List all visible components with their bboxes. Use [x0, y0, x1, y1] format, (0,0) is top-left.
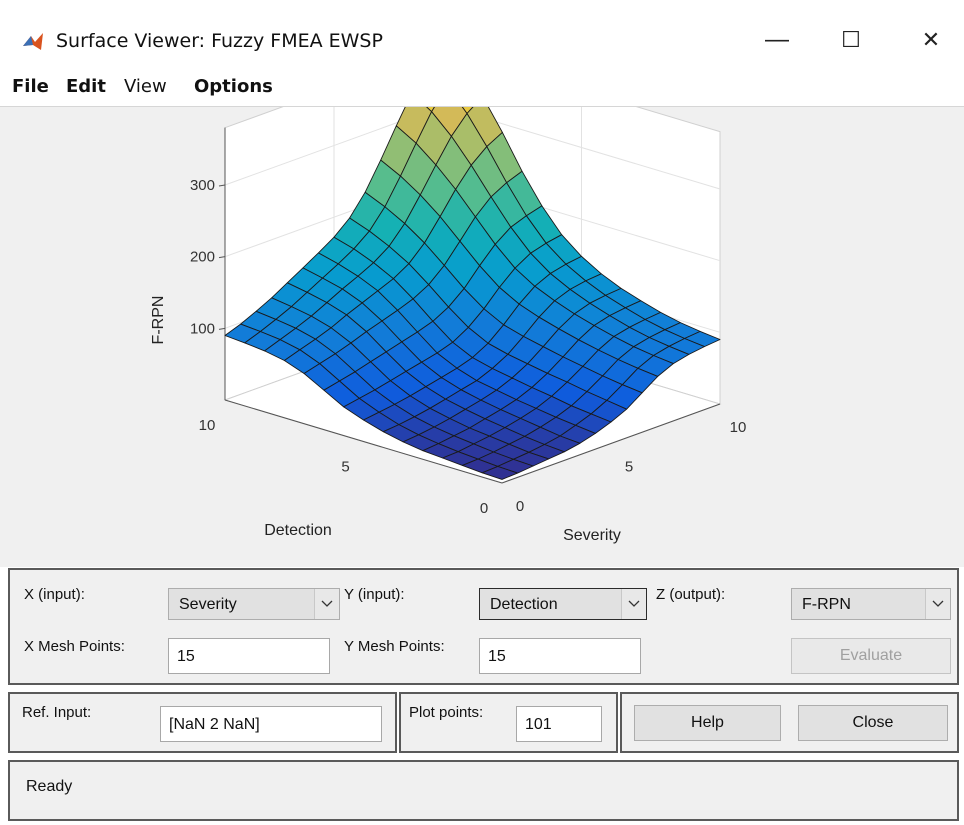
x-input-select[interactable]: Severity [168, 588, 340, 620]
plot-points-value: 101 [525, 716, 552, 733]
evaluate-button[interactable]: Evaluate [791, 638, 951, 674]
z-tick-mark [218, 327, 226, 330]
y-mesh-label: Y Mesh Points: [344, 638, 445, 655]
x-mesh-input[interactable]: 15 [168, 638, 330, 674]
menu-bar: File Edit View Options [0, 66, 964, 107]
surface-plot[interactable]: 10020030005100510SeverityDetectionF-RPN [0, 47, 964, 567]
y-mesh-input[interactable]: 15 [479, 638, 641, 674]
chevron-down-icon [925, 589, 950, 619]
z-tick-label: 200 [190, 249, 215, 266]
maximize-button[interactable]: ☐ [828, 22, 874, 58]
y-input-select[interactable]: Detection [479, 588, 647, 620]
window-title: Surface Viewer: Fuzzy FMEA EWSP [56, 30, 383, 52]
plot-points-panel: Plot points: 101 [399, 692, 618, 753]
menu-options[interactable]: Options [194, 76, 273, 97]
close-window-button[interactable]: ✕ [908, 22, 954, 58]
chevron-down-icon [314, 589, 339, 619]
ref-input-field[interactable]: [NaN 2 NaN] [160, 706, 382, 742]
z-tick-label: 100 [190, 320, 215, 337]
z-tick-mark [218, 256, 226, 259]
x-input-value: Severity [179, 596, 237, 613]
ref-input-value: [NaN 2 NaN] [169, 716, 260, 733]
minimize-button[interactable]: — [754, 22, 800, 58]
z-tick-mark [218, 184, 226, 187]
z-axis-title: F-RPN [150, 296, 167, 345]
y-tick-label: 5 [341, 459, 349, 476]
x-tick-label: 10 [730, 419, 747, 436]
y-tick-label: 10 [199, 417, 216, 434]
x-input-label: X (input): [24, 586, 85, 603]
z-output-select[interactable]: F-RPN [791, 588, 951, 620]
z-tick-label: 300 [190, 177, 215, 194]
menu-edit[interactable]: Edit [66, 76, 106, 97]
plot-points-label: Plot points: [409, 704, 484, 721]
y-mesh-value: 15 [488, 648, 506, 665]
help-button[interactable]: Help [634, 705, 781, 741]
close-icon: ✕ [921, 27, 941, 52]
maximize-icon: ☐ [841, 27, 861, 52]
y-input-value: Detection [490, 596, 558, 613]
y-input-label: Y (input): [344, 586, 405, 603]
ref-input-label: Ref. Input: [22, 704, 92, 721]
menu-view[interactable]: View [124, 76, 167, 97]
y-tick-label: 0 [480, 500, 488, 517]
x-tick-label: 5 [625, 459, 633, 476]
ref-input-panel: Ref. Input: [NaN 2 NaN] [8, 692, 397, 753]
matlab-icon [23, 33, 43, 50]
x-axis-title: Severity [563, 527, 621, 544]
menu-file[interactable]: File [12, 76, 49, 97]
chevron-down-icon [621, 589, 646, 619]
plot-points-field[interactable]: 101 [516, 706, 602, 742]
x-mesh-label: X Mesh Points: [24, 638, 125, 655]
input-selection-panel: X (input): Severity Y (input): Detection… [8, 568, 959, 685]
title-bar: Surface Viewer: Fuzzy FMEA EWSP — ☐ ✕ [0, 0, 964, 66]
plot-area[interactable]: 100 200 300 0 5 10 0 5 10 Severity Detection F-RPN [0, 47, 964, 567]
status-bar: Ready [8, 760, 959, 821]
y-axis-title: Detection [264, 522, 332, 539]
minimize-icon: — [765, 26, 789, 53]
x-mesh-value: 15 [177, 648, 195, 665]
status-text: Ready [26, 778, 73, 795]
x-tick-label: 0 [516, 498, 524, 515]
action-buttons-panel: Help Close [620, 692, 959, 753]
z-output-label: Z (output): [656, 586, 726, 603]
close-button[interactable]: Close [798, 705, 948, 741]
z-output-value: F-RPN [802, 596, 851, 613]
